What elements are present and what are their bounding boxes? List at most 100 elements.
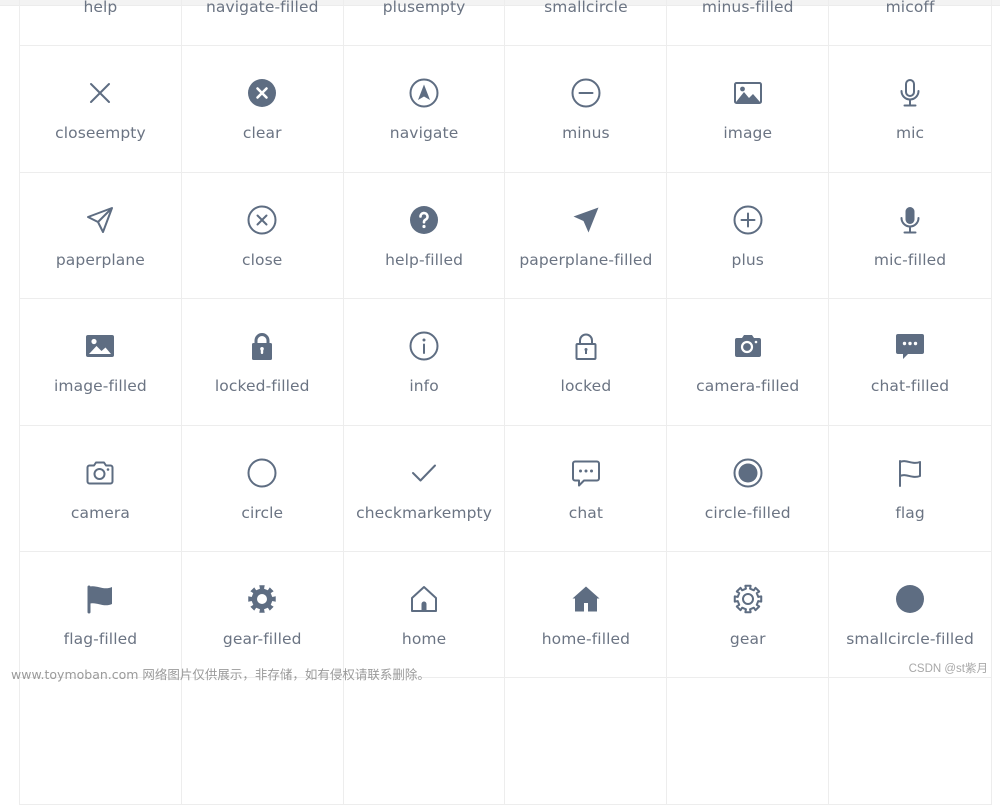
icon-label: help-filled [385,250,464,269]
icon-cell[interactable]: help-filled [343,172,506,300]
icon-label: minus-filled [701,0,794,16]
flag-icon [894,457,926,489]
icon-label: micoff [885,0,935,16]
icon-label: mic [895,124,925,143]
icon-cell[interactable]: gear [667,551,830,679]
icon-label: info [409,377,439,396]
icon-label: paperplane-filled [519,250,653,269]
icon-label: flag-filled [63,629,138,648]
icon-cell[interactable]: chat [505,425,668,552]
icon-cell[interactable]: smallcircle [505,0,668,47]
small-circle-filled-icon [894,583,926,615]
icon-label: home [401,629,447,648]
icon-cell[interactable]: gear-filled [181,551,344,679]
icon-cell[interactable]: image [667,46,830,173]
icon-label: plus [731,250,764,269]
icon-label: circle-filled [704,503,791,522]
icon-cell[interactable]: mic [829,46,991,173]
mic-filled-icon [894,204,926,236]
close-icon [246,204,278,236]
locked-filled-icon [246,330,278,362]
icon-label: plusempty [382,0,466,16]
icon-label: flag [895,503,925,522]
home-filled-icon [570,583,602,615]
icon-cell[interactable]: checkmarkempty [343,425,506,552]
camera-icon [84,457,116,489]
icon-label: mic-filled [873,250,947,269]
icon-label: locked-filled [214,377,310,396]
icon-cell[interactable]: flag-filled [20,551,182,679]
chat-icon [570,457,602,489]
icon-cell[interactable]: camera [20,425,182,552]
icon-label: checkmarkempty [356,503,493,522]
icon-label: locked [560,377,612,396]
flag-filled-icon [84,583,116,615]
icon-label: circle [241,503,284,522]
icon-cell[interactable]: circle-filled [667,425,830,552]
icon-cell[interactable] [181,678,344,805]
icon-label: minus [562,124,610,143]
icon-cell[interactable] [829,678,991,805]
icon-cell[interactable]: mic-filled [829,173,991,300]
paperplane-icon [84,204,116,236]
icon-label: home-filled [541,629,631,648]
icon-label: smallcircle [544,0,628,16]
icon-cell[interactable]: paperplane [20,172,182,300]
paperplane-filled-icon [570,204,602,236]
icon-label: chat-filled [870,377,950,396]
image-icon [732,77,764,109]
icon-label: close [242,250,283,269]
icon-cell[interactable]: home [343,551,506,679]
icon-label: navigate [389,124,459,143]
icon-label: image-filled [54,377,147,396]
icon-cell[interactable]: circle [181,425,344,552]
icon-cell[interactable]: plusempty [343,0,506,47]
checkmark-empty-icon [408,457,440,489]
icon-cell[interactable] [667,678,830,805]
icon-cell[interactable] [505,678,668,805]
icon-cell[interactable]: info [343,299,506,426]
icon-label: closeempty [55,124,146,143]
chat-filled-icon [894,330,926,362]
icon-cell[interactable]: camera-filled [667,299,830,426]
icon-label: camera [70,503,130,522]
icon-label: help [83,0,118,16]
home-icon [408,583,440,615]
locked-icon [570,330,602,362]
icon-grid: help navigate-filled plusempty smallcirc… [19,0,992,805]
icon-cell[interactable]: locked-filled [181,299,344,426]
icon-cell[interactable]: image-filled [20,299,182,426]
icon-cell[interactable]: plus [667,172,830,300]
help-filled-icon [408,204,440,236]
icon-label: chat [568,503,604,522]
gear-icon [732,583,764,615]
icon-cell[interactable]: navigate-filled [181,0,344,47]
icon-cell[interactable]: locked [505,299,668,426]
icon-label: navigate-filled [205,0,319,16]
icon-label: camera-filled [696,377,800,396]
gear-filled-icon [246,583,278,615]
navigate-icon [408,77,440,109]
icon-label: paperplane [55,250,145,269]
icon-label: image [723,124,773,143]
icon-label: smallcircle-filled [846,629,974,648]
icon-cell[interactable]: close [181,172,344,300]
icon-cell[interactable]: paperplane-filled [505,172,668,300]
icon-cell[interactable]: minus [505,46,668,173]
icon-cell[interactable] [343,678,506,805]
icon-cell[interactable]: help [20,0,182,47]
icon-cell[interactable]: closeempty [20,46,182,173]
circle-icon [246,457,278,489]
icon-cell[interactable]: chat-filled [829,299,991,426]
icon-cell[interactable]: micoff [829,0,991,47]
icon-cell[interactable]: flag [829,426,991,552]
icon-label: gear-filled [222,629,302,648]
icon-cell[interactable]: home-filled [505,551,668,679]
plus-icon [732,204,764,236]
icon-cell[interactable] [20,678,182,805]
watermark-left: www.toymoban.com 网络图片仅供展示，非存储，如有侵权请联系删除。 [11,667,430,682]
icon-cell[interactable]: navigate [343,46,506,173]
icon-cell[interactable]: minus-filled [667,0,830,47]
image-filled-icon [84,330,116,362]
icon-cell[interactable]: clear [181,46,344,173]
